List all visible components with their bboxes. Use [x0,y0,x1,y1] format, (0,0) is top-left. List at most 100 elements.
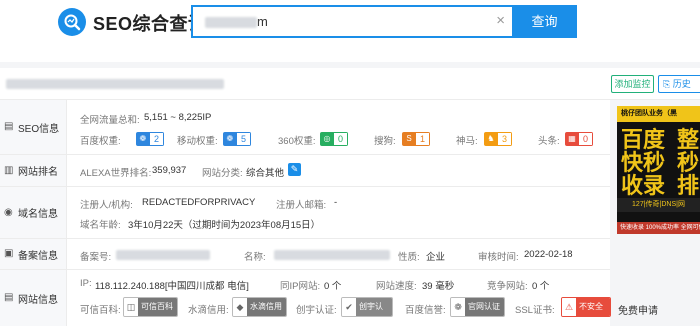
baidu-credit-label: 百度信誉: [405,305,446,316]
traffic-value: 5,151 ~ 8,225IP [144,112,212,123]
icp-name-label: 名称: [244,252,266,263]
audit-time-value: 2022-02-18 [524,249,573,260]
add-monitor-button[interactable]: 添加监控 [611,75,654,93]
bar-chart-icon: ▥ [4,164,14,176]
ip-value[interactable]: 118.112.240.188[中国四川成都 电信] [95,278,249,292]
registrant-email-value: - [334,197,338,208]
baidu-weight-label: 百度权重: [80,136,121,147]
ad-line-2: 快秒 [621,150,666,175]
header: SEO综合查询 m × 查询 [0,0,700,62]
baidu-weight-value: 2 [150,132,165,146]
shield-icon: ◫ [124,298,138,316]
seo-row: ▤ SEO信息 全网流量总和: 5,151 ~ 8,225IP 百度权重: ❁ 2 … [0,100,610,155]
info-table: ▤ SEO信息 全网流量总和: 5,151 ~ 8,225IP 百度权重: ❁ 2 … [0,100,611,326]
shenma-label: 神马: [456,136,478,147]
mobile-weight-value: 5 [237,132,252,146]
sogou-badge[interactable]: S1 [402,132,431,146]
ad-foot-text: 快速收录 100%成功率 全网可做 [617,222,700,234]
credit-label: 可信百科: [80,305,121,316]
speed-label: 网站速度: [376,281,417,292]
nature-label: 性质: [398,252,420,263]
ssl-badge-text: 不安全 [576,298,610,316]
edit-icon[interactable]: ✎ [288,163,301,176]
toutiao-badge[interactable]: ▦ 0 [565,132,594,146]
audit-time-label: 审核时间: [478,252,519,263]
site-label: ▤ 网站信息 [0,270,67,326]
360-weight-value: 0 [334,132,349,146]
rank-label-text: 网站排名 [18,167,58,178]
registrant-label: 注册人/机构: [80,200,133,211]
mobile-weight-label: 移动权重: [177,136,218,147]
360-weight-label: 360权重: [278,136,316,147]
ad-line-3: 收录 [621,173,666,198]
history-label: 历史 [672,79,691,89]
shenma-value: 3 [498,132,513,146]
seo-icon: ▤ [4,121,14,132]
redacted-icp-name [274,250,390,260]
category-value: 综合其他 [246,168,285,179]
history-button[interactable]: ⎘ 历史 [658,75,700,93]
alexa-value[interactable]: 359,937 [152,165,186,176]
rank-row: ▥ 网站排名 ALEXA世界排名: 359,937 网站分类: 综合其他 ✎ [0,155,610,187]
same-ip-value[interactable]: 0 个 [324,278,341,292]
domain-age-value: 3年10月22天（过期时间为2023年08月15日） [128,220,321,231]
drop-icon: ◆ [233,298,247,316]
ssl-apply-link[interactable]: 免费申请 [618,302,658,317]
baidu-weight-badge[interactable]: ❁ 2 [136,132,165,146]
traffic-label: 全网流量总和: [80,115,140,126]
seo-label: ▤ SEO信息 [0,100,67,154]
logo-icon[interactable] [58,8,86,36]
search-input[interactable]: m × [191,5,513,38]
registrant-value: REDACTEDFORPRIVACY [142,197,256,208]
history-icon: ⎘ [663,79,671,89]
water-label: 水滴信用: [188,305,229,316]
server-icon: ▤ [4,292,14,303]
ad-mid-text: 127|传奇|DNS|网 [617,198,700,212]
redacted-icp-number [116,250,210,260]
ad-right-1: 整 [677,127,700,152]
ad-right-2: 秒 [677,150,700,175]
logo-text[interactable]: SEO综合查询 [93,10,207,36]
lock-icon: ⚠ [562,298,576,316]
domain-bar: 添加监控 ⎘ 历史 [0,68,700,100]
shenma-badge[interactable]: ♞ 3 [484,132,513,146]
redacted-domain [6,79,224,89]
competitor-value[interactable]: 0 个 [532,278,549,292]
shenma-icon: ♞ [484,132,498,146]
paw-icon: ❁ [136,132,150,146]
globe-icon: ◉ [4,206,13,218]
clear-icon[interactable]: × [496,12,505,29]
ad-banner[interactable]: 桃仔团队业务（黑 百度 快秒 收录 整 秒 排 127|传奇|DNS|网 快速收… [617,106,700,234]
site-label-text: 网站信息 [18,294,58,306]
category-label: 网站分类: [202,168,243,179]
baidu-credit-badge[interactable]: ❁ 官网认证 [450,297,505,317]
toutiao-value: 0 [579,132,594,146]
same-ip-label: 同IP网站: [280,281,321,292]
ip-label: IP: [80,278,92,289]
ssl-label: SSL证书: [515,305,555,316]
paw-icon: ❁ [451,298,465,316]
credit-badge[interactable]: ◫ 可信百科 [123,297,178,317]
mobile-weight-badge[interactable]: ❁ 5 [223,132,252,146]
paw-icon: ❁ [223,132,237,146]
360-weight-badge[interactable]: ◎ 0 [320,132,349,146]
chuangyu-badge[interactable]: ✔创宇认证 [341,297,393,317]
site-row: ▤ 网站信息 IP: 118.112.240.188[中国四川成都 电信] 同IP… [0,270,611,326]
check-shield-icon: ✔ [342,298,356,316]
water-badge-text: 水滴信用 [247,298,286,316]
sogou-value: 1 [416,132,431,146]
ssl-badge[interactable]: ⚠ 不安全 [561,297,611,317]
chuangyu-label: 创宇认证: [296,305,337,316]
nature-value: 企业 [426,252,446,263]
search-button[interactable]: 查询 [512,5,577,38]
search-value-text: m [257,14,268,29]
redacted-text [205,17,257,29]
icp-number-label: 备案号: [80,252,112,263]
seo-label-text: SEO信息 [18,123,60,135]
alexa-label: ALEXA世界排名: [80,168,152,179]
icp-label: ▣ 备案信息 [0,239,67,269]
chuangyu-badge-text: 创宇认证 [356,298,392,316]
water-badge[interactable]: ◆ 水滴信用 [232,297,287,317]
toutiao-icon: ▦ [565,132,579,146]
whois-label: ◉ 域名信息 [0,187,67,238]
